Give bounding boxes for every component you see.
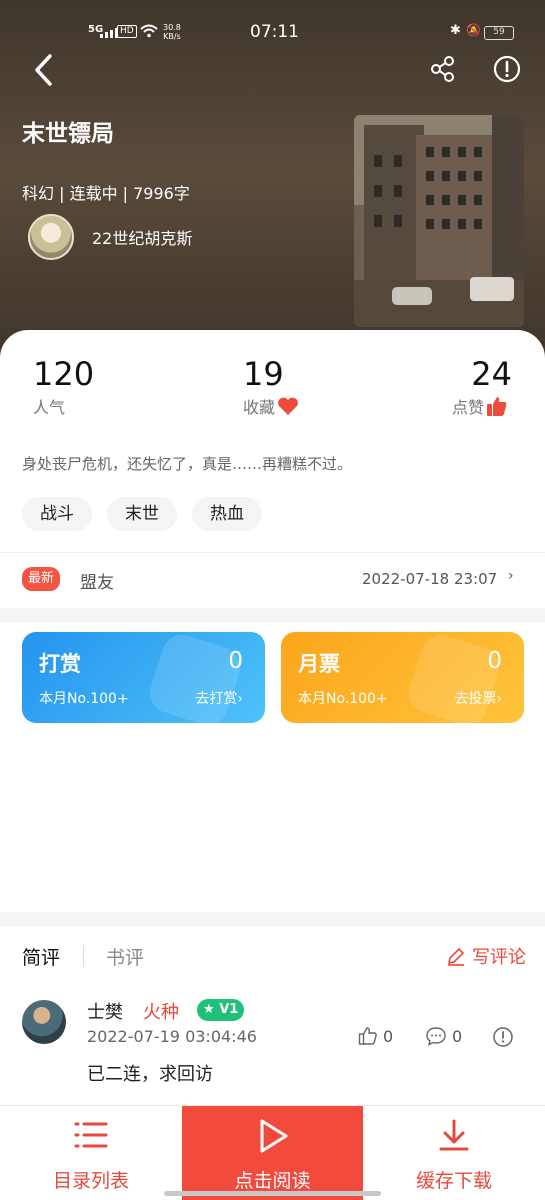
tag-item[interactable]: 热血 xyxy=(192,497,262,531)
download-icon xyxy=(439,1119,469,1151)
tag-item[interactable]: 战斗 xyxy=(22,497,92,531)
reward-action-label: 去打赏 xyxy=(195,691,238,707)
hd-indicator: HD xyxy=(117,25,137,38)
likes-value: 24 xyxy=(471,355,512,393)
latest-chapter-date: 2022-07-18 23:07 xyxy=(362,570,498,588)
latest-badge: 最新 xyxy=(22,567,61,591)
tab-short-review[interactable]: 简评 xyxy=(22,943,60,970)
home-indicator[interactable] xyxy=(164,1191,381,1196)
popularity-value: 120 xyxy=(33,355,95,393)
status-bar: 5G HD 30.8 KB/s 07:11 ✱ 🔕 59 xyxy=(0,20,545,48)
popularity-label: 人气 xyxy=(33,398,66,417)
vip-badge: ★ V1 xyxy=(197,999,245,1021)
comment-text: 已二连，求回访 xyxy=(87,1064,213,1085)
read-button[interactable]: 点击阅读 xyxy=(182,1106,363,1200)
thumbs-up-icon xyxy=(487,397,507,416)
author[interactable]: 22世纪胡克斯 xyxy=(28,214,192,260)
comment-bubble-icon xyxy=(426,1027,446,1046)
ticket-action[interactable]: 去投票› xyxy=(454,688,502,708)
flame-decoration-icon xyxy=(144,632,246,723)
pencil-icon xyxy=(447,947,465,966)
download-label: 缓存下载 xyxy=(415,1170,492,1192)
tab-divider xyxy=(83,945,84,967)
review-tabs: 简评 书评 写评论 xyxy=(0,935,545,980)
latest-chapter-title: 盟友 xyxy=(80,573,114,593)
speed-unit: KB/s xyxy=(163,32,181,41)
stat-likes[interactable]: 24 点赞 xyxy=(452,356,512,418)
section-gap xyxy=(0,608,545,622)
speed-value: 30.8 xyxy=(163,23,181,32)
latest-chapter[interactable]: 最新 盟友 2022-07-18 23:07 › xyxy=(0,553,545,607)
stat-favorites[interactable]: 19 收藏 xyxy=(243,356,302,418)
tab-book-review[interactable]: 书评 xyxy=(106,943,144,970)
author-avatar[interactable] xyxy=(28,214,74,260)
stat-popularity[interactable]: 120 人气 xyxy=(33,356,94,418)
comment-item: 士樊 火种 ★ V1 2022-07-19 03:04:46 已二连，求回访 0… xyxy=(0,990,545,1100)
thumbs-up-icon xyxy=(358,1027,377,1045)
reward-card[interactable]: 打赏 0 本月No.100+ 去打赏› xyxy=(22,632,265,723)
download-button[interactable]: 缓存下载 xyxy=(363,1106,545,1200)
favorites-label: 收藏 xyxy=(243,398,276,417)
comment-report-icon[interactable] xyxy=(492,1026,514,1048)
back-button[interactable] xyxy=(28,50,62,90)
catalog-label: 目录列表 xyxy=(52,1170,129,1192)
share-icon[interactable] xyxy=(428,54,458,84)
chevron-right-icon: › xyxy=(508,568,514,584)
reward-count: 0 xyxy=(228,648,243,674)
popularity-label-row: 人气 xyxy=(33,394,94,418)
clock: 07:11 xyxy=(250,22,299,42)
reward-rank: 本月No.100+ xyxy=(39,691,129,707)
comment-like-button[interactable]: 0 xyxy=(358,1026,393,1046)
ticket-count: 0 xyxy=(487,648,502,674)
ticket-action-label: 去投票 xyxy=(454,691,497,707)
tag-list: 战斗 末世 热血 xyxy=(22,497,262,531)
ticket-rank: 本月No.100+ xyxy=(298,691,388,707)
comment-like-count: 0 xyxy=(383,1026,394,1046)
book-title: 末世镖局 xyxy=(22,121,114,147)
write-review-label: 写评论 xyxy=(472,947,526,968)
bluetooth-icon: ✱ xyxy=(450,23,461,38)
network-speed: 30.8 KB/s xyxy=(163,23,181,41)
write-review-button[interactable]: 写评论 xyxy=(446,943,526,969)
ticket-decoration-icon xyxy=(403,632,505,723)
signal-icon xyxy=(100,26,118,38)
list-icon xyxy=(74,1122,108,1148)
read-label: 点击阅读 xyxy=(234,1170,311,1192)
reward-action[interactable]: 去打赏› xyxy=(195,688,243,708)
monthly-ticket-card[interactable]: 月票 0 本月No.100+ 去投票› xyxy=(281,632,524,723)
catalog-button[interactable]: 目录列表 xyxy=(0,1106,182,1200)
favorites-value: 19 xyxy=(243,355,284,393)
vip-level: V1 xyxy=(219,1002,239,1017)
likes-label: 点赞 xyxy=(452,398,485,417)
info-icon[interactable] xyxy=(492,54,522,84)
commenter-level: 火种 xyxy=(143,1002,179,1023)
wifi-icon xyxy=(140,24,158,38)
ticket-title: 月票 xyxy=(298,652,340,676)
comment-reply-count: 0 xyxy=(452,1026,463,1046)
battery-icon: 59 xyxy=(484,26,514,40)
likes-label-row: 点赞 xyxy=(452,394,512,418)
mute-icon: 🔕 xyxy=(466,23,481,37)
comment-time: 2022-07-19 03:04:46 xyxy=(87,1027,257,1046)
tag-item[interactable]: 末世 xyxy=(107,497,177,531)
heart-icon xyxy=(278,397,298,415)
comment-reply-button[interactable]: 0 xyxy=(425,1026,462,1046)
section-gap xyxy=(0,912,545,926)
favorites-label-row: 收藏 xyxy=(243,394,302,418)
play-icon xyxy=(260,1119,288,1153)
book-cover xyxy=(354,115,524,327)
reward-title: 打赏 xyxy=(39,652,81,676)
commenter-name[interactable]: 士樊 xyxy=(87,998,123,1024)
bottom-action-bar: 目录列表 点击阅读 缓存下载 xyxy=(0,1105,545,1200)
book-description: 身处丧尸危机，还失忆了，真是……再糟糕不过。 xyxy=(22,455,353,473)
commenter-avatar[interactable] xyxy=(22,1000,66,1044)
book-meta: 科幻 | 连载中 | 7996字 xyxy=(22,184,190,203)
author-name[interactable]: 22世纪胡克斯 xyxy=(92,225,192,249)
